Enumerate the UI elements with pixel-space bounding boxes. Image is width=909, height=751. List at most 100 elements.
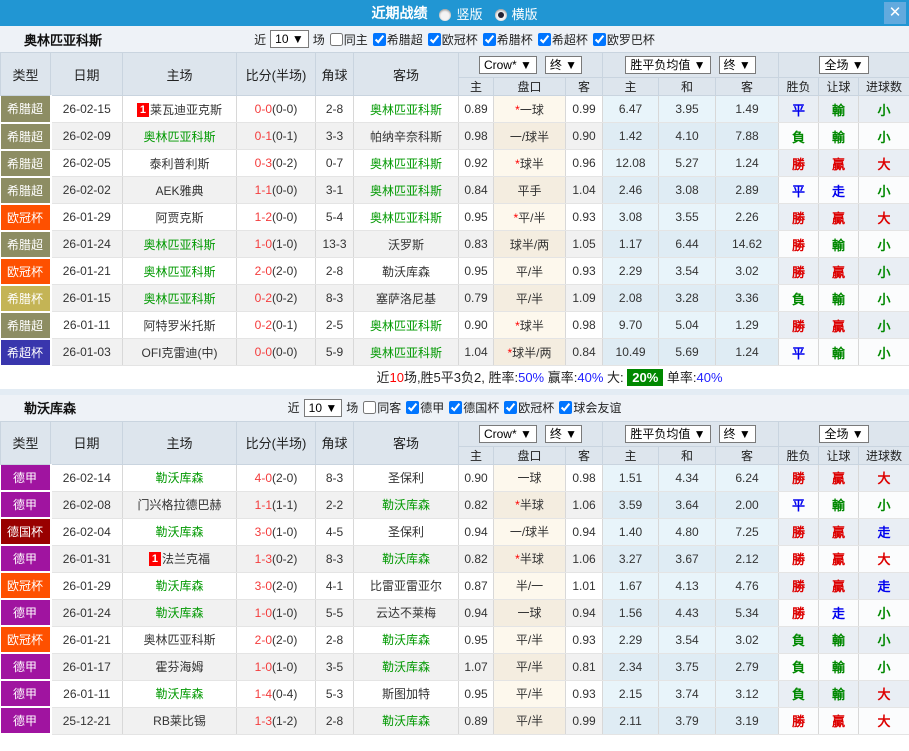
sub-column-header: 盘口 [493,445,566,465]
near-label: 近 [254,32,267,47]
near-label: 近 [287,401,300,415]
avg-lose: 14.62 [715,230,780,258]
away-team-name: 奥林匹亚科斯 [369,183,442,198]
match-row: 德甲 26-01-24 勒沃库森 1-0(1-0) 5-5 云达不莱梅 0.94 一球 0.94… [0,599,909,627]
scope-select[interactable]: 全场 ▼ [819,56,869,74]
view-radio-label[interactable]: 竖版 [456,7,482,22]
fulltime-score: 1-0 [254,659,272,674]
corners: 3-3 [315,122,354,150]
result: 勝 [778,518,820,546]
sub-column-header: 主 [458,77,494,96]
sub-column-header: 胜负 [778,77,820,96]
odds-company-select[interactable]: Crow* ▼ [478,56,537,74]
summary-part: 10 [389,369,404,385]
home-team-name: 勒沃库森 [155,525,204,539]
column-group-header: 全场 ▼ [778,52,909,78]
avg-draw: 3.64 [658,491,717,519]
away-odds: 1.04 [565,176,604,204]
goals-result: 走 [858,518,909,546]
goals-result: 小 [858,626,909,654]
handicap: 一球 [493,599,566,627]
match-date: 26-01-24 [50,230,123,258]
odds-final-select[interactable]: 终 ▼ [544,424,583,443]
avg-final-select[interactable]: 终 ▼ [718,56,756,74]
fulltime-score: 1-2 [254,210,272,224]
away-team: 圣保利 [353,464,459,492]
odds-company-select[interactable]: Crow* ▼ [478,424,537,443]
handicap: 平/半 [493,284,566,312]
fulltime-score: 0-2 [254,318,272,332]
match-date: 26-01-11 [50,680,123,708]
league-filter-checkbox[interactable] [537,32,551,46]
away-team: 沃罗斯 [353,230,459,258]
view-radio-label[interactable]: 横版 [512,7,538,22]
avg-draw: 3.55 [658,203,717,231]
handicap-result: 輸 [818,122,860,150]
home-team: 奥林匹亚科斯 [122,122,237,150]
match-count-select[interactable]: 10 ▼ [303,398,343,417]
league-filter-checkbox[interactable] [482,32,496,46]
matches-table: 类型 日期 主场 比分(半场) 角球 客场 Crow* ▼ 终 ▼ 胜平负均值 ▼ 终 ▼ 全场 ▼… [0,420,909,735]
goals-result: 小 [858,284,909,312]
away-team-name: 勒沃库森 [381,633,430,647]
halftime-score: (0-0) [272,345,298,359]
match-count-select[interactable]: 10 ▼ [270,30,309,48]
fulltime-score: 2-0 [254,632,272,647]
view-radio[interactable] [494,8,507,21]
league-filter-checkbox[interactable] [406,401,420,414]
avg-draw: 3.67 [658,545,717,573]
view-radio[interactable] [439,8,452,21]
home-team-name: 泰利普利斯 [149,156,210,171]
summary-part: 50% [518,369,545,385]
away-odds: 0.84 [565,338,604,366]
result: 勝 [778,257,820,285]
fulltime-score: 1-3 [254,551,272,566]
corners: 2-8 [315,626,354,654]
odds-final-select[interactable]: 终 ▼ [544,56,583,74]
close-button[interactable]: ✕ [884,2,906,24]
league-filter-checkbox[interactable] [372,32,386,46]
fulltime-score: 1-0 [254,605,272,620]
summary-part: 20% [627,368,664,386]
corners: 3-5 [315,653,354,681]
scope-select[interactable]: 全场 ▼ [819,424,869,443]
league-filter-checkbox[interactable] [449,401,463,414]
league-filter-checkbox[interactable] [559,401,573,414]
avg-draw: 4.80 [658,518,717,546]
league-filter-checkbox[interactable] [592,32,606,46]
avg-type-select[interactable]: 胜平负均值 ▼ [625,56,711,74]
avg-win: 6.47 [602,95,660,123]
match-date: 26-01-03 [50,338,123,366]
score: 3-0(2-0) [236,572,316,600]
avg-win: 2.29 [602,257,660,285]
same-venue-checkbox[interactable] [363,401,377,414]
column-header: 比分(半场) [236,52,316,96]
league-filter-checkbox[interactable] [427,32,441,46]
avg-type-select[interactable]: 胜平负均值 ▼ [625,424,711,443]
result: 勝 [778,572,820,600]
handicap-result: 輸 [818,284,860,312]
away-team: 斯图加特 [353,680,459,708]
avg-final-select[interactable]: 终 ▼ [718,424,756,443]
match-date: 26-01-11 [50,311,123,339]
league-badge: 德甲 [0,707,52,735]
away-team-name: 奥林匹亚科斯 [369,318,442,333]
result: 負 [778,680,820,708]
avg-lose: 5.34 [715,599,780,627]
summary-part: 40% [696,369,723,385]
corners: 2-2 [315,491,354,519]
fulltime-score: 1-4 [254,686,272,701]
home-team: 1 法兰克福 [122,545,237,573]
same-venue-checkbox[interactable] [329,32,343,46]
halftime-score: (0-0) [272,102,298,116]
match-row: 希腊超 26-02-09 奥林匹亚科斯 0-1(0-1) 3-3 帕纳辛奈科斯 0.98 一/… [0,122,909,151]
sub-column-header: 客 [715,445,780,465]
match-date: 26-02-09 [50,122,123,150]
sub-column-header: 进球数 [858,77,909,96]
handicap: 平/半 [493,626,566,654]
home-odds: 0.79 [458,284,494,312]
sections-container: 奥林匹亚科斯近 10 ▼ 场同主 希腊超 欧冠杯 希腊杯 希超杯 欧罗巴杯 类型 日期 主场 比分(半… [0,26,909,735]
goals-result: 小 [858,95,909,123]
avg-draw: 3.54 [658,626,717,654]
league-filter-checkbox[interactable] [504,401,518,414]
